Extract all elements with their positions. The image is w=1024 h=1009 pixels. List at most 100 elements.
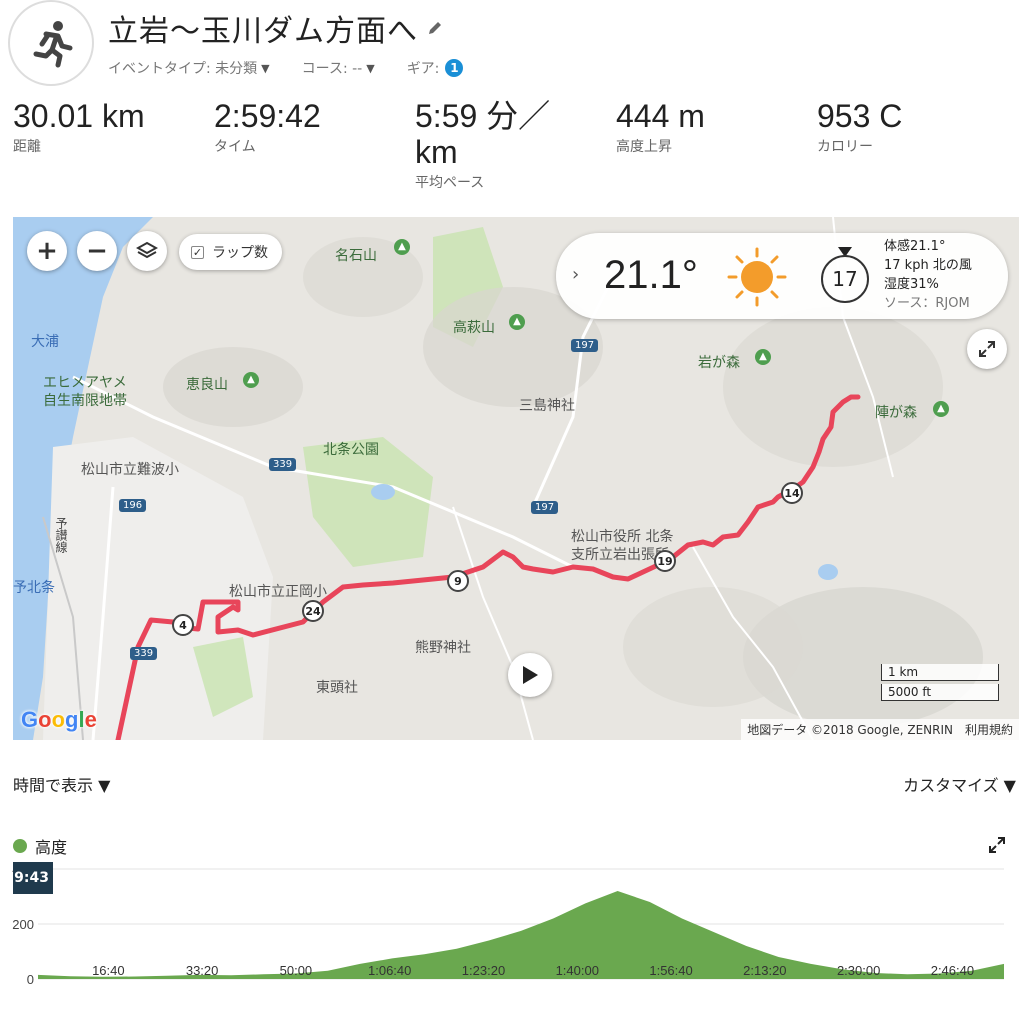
attribution-text: 地図データ ©2018 Google, ZENRIN	[747, 723, 953, 737]
caret-down-icon: ▼	[366, 61, 375, 75]
gear-selector[interactable]: ギア: 1	[407, 58, 464, 78]
stat-time: 2:59:42 タイム	[214, 98, 321, 156]
map-label-oura: 大浦	[31, 334, 59, 350]
layers-icon	[136, 241, 158, 259]
expand-icon	[979, 341, 995, 357]
map-label-ehime-a: エヒメアヤメ	[43, 375, 127, 391]
lap-marker[interactable]: 24	[302, 600, 324, 622]
lap-marker[interactable]: 4	[172, 614, 194, 636]
map-label-emiyama: 恵良山	[186, 377, 228, 393]
weather-panel: › 21.1° 17 体感21.1° 17 kph 北の風 湿度31% ソース：…	[556, 233, 1008, 319]
x-tick-label: 16:40	[92, 963, 125, 978]
time-axis-toggle[interactable]: 時間で表示 ▼	[13, 772, 110, 796]
route-shield-339: 339	[130, 647, 158, 660]
zoom-out-button[interactable]: −	[77, 231, 117, 271]
sun-icon	[727, 247, 787, 307]
caret-down-icon: ▼	[261, 61, 270, 75]
route-shield-197: 197	[571, 339, 599, 352]
map-attribution: 地図データ ©2018 Google, ZENRIN 利用規約	[741, 719, 1019, 740]
layers-button[interactable]	[127, 231, 167, 271]
wind: 17 kph 北の風	[884, 258, 972, 273]
x-tick-label: 50:00	[280, 963, 313, 978]
stat-avg-pace: 5:59 分／km 平均ペース	[415, 98, 565, 192]
map-label-shiyakusho-a: 松山市役所 北条	[571, 529, 674, 545]
lap-marker[interactable]: 19	[654, 550, 676, 572]
map-label-iwagamori: 岩が森	[698, 355, 740, 371]
weather-temperature: 21.1°	[604, 253, 698, 297]
map-label-meisekisan: 名石山	[335, 248, 377, 264]
running-activity-icon	[8, 0, 94, 86]
stat-label: 平均ペース	[415, 175, 485, 191]
stat-label: 距離	[13, 139, 41, 155]
scale-km: 1 km	[881, 664, 999, 681]
map-label-kumano: 熊野神社	[415, 640, 471, 656]
route-shield-196: 196	[119, 499, 147, 512]
map-label-iyohojo: 予北条	[13, 580, 55, 596]
map-label-yosan: 予讃線	[54, 517, 68, 553]
terms-link[interactable]: 利用規約	[965, 721, 1013, 738]
stat-value: 2:59:42	[214, 98, 321, 134]
zoom-in-button[interactable]: +	[27, 231, 67, 271]
stat-label: タイム	[214, 139, 256, 155]
scale-ft: 5000 ft	[881, 684, 999, 701]
fullscreen-button[interactable]	[967, 329, 1007, 369]
edit-pencil-icon[interactable]	[426, 19, 444, 37]
mountain-icon: ▲	[394, 239, 410, 255]
y-tick-label: 200	[12, 917, 34, 932]
stat-label: カロリー	[817, 139, 873, 155]
x-tick-label: 1:56:40	[649, 963, 692, 978]
mountain-icon: ▲	[755, 349, 771, 365]
x-tick-label: 1:23:20	[462, 963, 505, 978]
x-tick-label: 2:30:00	[837, 963, 880, 978]
feels-like: 体感21.1°	[884, 239, 946, 254]
lap-marker[interactable]: 9	[447, 570, 469, 592]
lap-marker[interactable]: 14	[781, 482, 803, 504]
map-label-nanba: 松山市立難波小	[81, 462, 179, 478]
stat-value: 444 m	[616, 98, 705, 134]
chevron-right-icon[interactable]: ›	[572, 264, 579, 285]
stat-value: 953 C	[817, 98, 903, 134]
activity-title: 立岩〜玉川ダム方面へ	[108, 14, 418, 49]
mountain-icon: ▲	[933, 401, 949, 417]
x-tick-label: 1:06:40	[368, 963, 411, 978]
lap-toggle-label: ラップ数	[212, 245, 268, 261]
route-map[interactable]: 名石山 高萩山 大浦 恵良山 エヒメアヤメ 自生南限地帯 岩が森 陣が森 三島神…	[13, 217, 1019, 740]
chart-cursor-time: 9:43	[13, 862, 53, 894]
map-label-higashigashira: 東頭社	[316, 680, 358, 696]
map-label-jingamori: 陣が森	[875, 405, 917, 421]
stat-calories: 953 C カロリー	[817, 98, 902, 156]
map-label-shooka: 松山市立正岡小	[229, 584, 327, 600]
lap-checkbox[interactable]: ✓	[191, 245, 204, 259]
map-scale: 1 km 5000 ft	[881, 664, 999, 704]
mountain-icon: ▲	[509, 314, 525, 330]
play-button[interactable]	[508, 653, 552, 697]
elevation-chart[interactable]: 020040016:4033:2050:001:06:401:23:201:40…	[0, 855, 1024, 995]
gear-label: ギア:	[406, 61, 440, 77]
expand-icon	[989, 837, 1005, 853]
route-shield-339: 339	[269, 458, 297, 471]
legend-dot	[13, 839, 27, 853]
map-label-mishima: 三島神社	[519, 398, 575, 414]
weather-source: ソース：RJOM	[884, 296, 970, 311]
wind-speed-circle: 17	[821, 255, 869, 303]
stat-label: 高度上昇	[616, 139, 672, 155]
x-tick-label: 2:13:20	[743, 963, 786, 978]
event-type-label: イベントタイプ: 未分類	[108, 61, 258, 77]
stat-elevation-gain: 444 m 高度上昇	[616, 98, 705, 156]
gear-count-badge[interactable]: 1	[445, 59, 464, 77]
google-logo: Google	[21, 707, 97, 732]
x-tick-label: 33:20	[186, 963, 219, 978]
play-icon	[523, 666, 538, 684]
x-tick-label: 1:40:00	[556, 963, 599, 978]
lap-toggle[interactable]: ✓ ラップ数	[179, 234, 282, 270]
event-type-dropdown[interactable]: イベントタイプ: 未分類 ▼	[108, 58, 270, 78]
mountain-icon: ▲	[243, 372, 259, 388]
map-label-ehime-b: 自生南限地帯	[43, 393, 127, 409]
stat-distance: 30.01 km 距離	[13, 98, 145, 156]
x-tick-label: 2:46:40	[931, 963, 974, 978]
stat-value: 30.01 km	[13, 98, 145, 134]
customize-dropdown[interactable]: カスタマイズ ▼	[903, 772, 1016, 796]
course-dropdown[interactable]: コース: -- ▼	[302, 58, 375, 78]
humidity: 湿度31%	[884, 277, 939, 292]
map-label-takahagiyama: 高萩山	[453, 320, 495, 336]
